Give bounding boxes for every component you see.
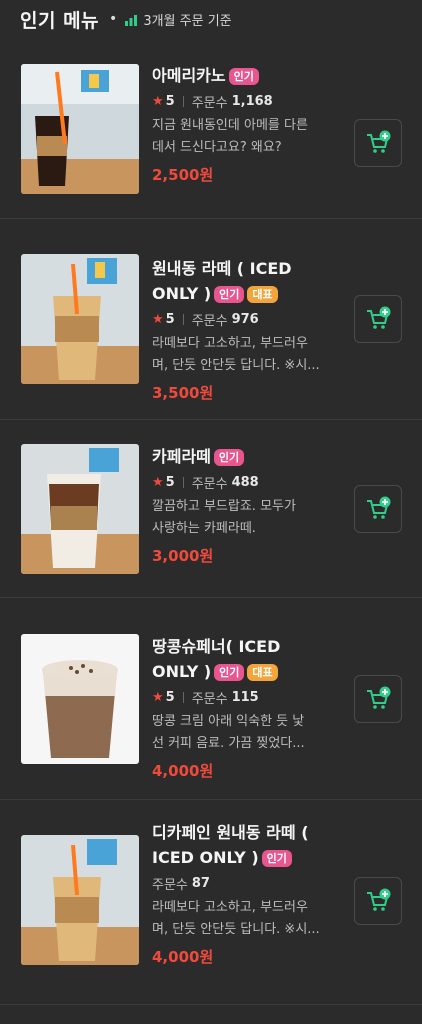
section-title: 인기 메뉴 <box>20 9 100 32</box>
item-name[interactable]: 원내동 라떼 ( ICED ONLY ) 인기 대표 <box>152 256 342 306</box>
item-description: 땅콩 크림 아래 익숙한 듯 낯선 커피 음료. 가끔 찢었다... <box>152 714 305 751</box>
item-meta: ★ 5 주문수 488 <box>152 473 342 492</box>
item-rating: 5 <box>165 94 175 109</box>
meta-divider <box>182 692 184 703</box>
add-to-cart-button[interactable] <box>354 675 402 723</box>
star-icon: ★ <box>152 94 164 109</box>
item-rating: 5 <box>165 690 175 705</box>
item-meta: 주문수 87 <box>152 874 342 893</box>
orders-label: 주문수 <box>191 477 228 492</box>
add-cart-icon <box>367 306 391 329</box>
orders-count: 1,168 <box>231 94 273 109</box>
popular-menu-list: 아메리카노 인기 ★ 5 주문수 1,168 지금 원내동인데 아메를 다른 데서 … <box>0 38 422 1005</box>
item-price: 2,500원 <box>152 166 214 184</box>
orders-label: 주문수 <box>152 878 188 893</box>
star-icon: ★ <box>152 690 164 705</box>
menu-item[interactable]: 원내동 라떼 ( ICED ONLY ) 인기 대표 ★ 5 주문수 976 라떼보다… <box>0 219 422 420</box>
orders-label: 주문수 <box>191 314 228 329</box>
item-name[interactable]: 카페라떼 인기 <box>152 444 342 469</box>
item-meta: ★ 5 주문수 976 <box>152 310 342 329</box>
menu-item[interactable]: 땅콩슈페너( ICED ONLY ) 인기 대표 ★ 5 주문수 115 땅콩 크림 … <box>0 598 422 800</box>
orders-count: 488 <box>231 475 259 490</box>
badge-popular: 인기 <box>213 449 245 466</box>
item-name[interactable]: 아메리카노 인기 <box>152 63 342 88</box>
item-photo[interactable] <box>21 64 139 194</box>
meta-divider <box>182 477 184 488</box>
item-rating: 5 <box>165 475 175 490</box>
section-subtitle: 3개월 주문 기준 <box>143 13 232 29</box>
badge-popular: 인기 <box>228 68 259 85</box>
item-description: 라떼보다 고소하고, 부드러우 며, 단듯 안단듯 답니다. ※시... <box>152 900 320 937</box>
add-cart-icon <box>367 686 391 709</box>
star-icon: ★ <box>152 312 164 327</box>
add-to-cart-button[interactable] <box>354 485 402 533</box>
star-icon: ★ <box>152 475 164 490</box>
badge-popular: 인기 <box>214 664 245 681</box>
orders-count: 976 <box>231 312 259 327</box>
separator-dot: • <box>109 11 118 27</box>
orders-count: 87 <box>191 876 210 891</box>
add-cart-icon <box>367 888 391 911</box>
item-meta: ★ 5 주문수 115 <box>152 688 342 707</box>
item-name[interactable]: 땅콩슈페너( ICED ONLY ) 인기 대표 <box>152 634 342 684</box>
item-price: 3,500원 <box>152 384 214 402</box>
item-description: 라떼보다 고소하고, 부드러우 며, 단듯 안단듯 답니다. ※시... <box>152 336 320 373</box>
item-price: 4,000원 <box>152 762 214 780</box>
badge-popular: 인기 <box>261 850 292 867</box>
badge-popular: 인기 <box>214 286 245 303</box>
item-price: 3,000원 <box>152 547 214 565</box>
menu-item[interactable]: 디카페인 원내동 라떼 (ICED ONLY ) 인기 주문수 87 라떼보다 고… <box>0 800 422 1005</box>
item-meta: ★ 5 주문수 1,168 <box>152 92 342 111</box>
menu-item[interactable]: 카페라떼 인기 ★ 5 주문수 488 깔끔하고 부드랍죠. 모두가 사랑하는 카페… <box>0 420 422 598</box>
section-header: 인기 메뉴 • 3개월 주문 기준 <box>0 0 422 38</box>
item-photo[interactable] <box>21 444 139 574</box>
meta-divider <box>182 96 184 107</box>
add-cart-icon <box>367 496 391 519</box>
item-name[interactable]: 디카페인 원내동 라떼 (ICED ONLY ) 인기 <box>152 820 342 870</box>
orders-count: 115 <box>231 690 259 705</box>
add-to-cart-button[interactable] <box>354 877 402 925</box>
item-photo[interactable] <box>21 835 139 965</box>
badge-signature: 대표 <box>247 286 278 303</box>
menu-item[interactable]: 아메리카노 인기 ★ 5 주문수 1,168 지금 원내동인데 아메를 다른 데서 … <box>0 38 422 219</box>
item-photo[interactable] <box>21 634 139 764</box>
meta-divider <box>182 314 184 325</box>
add-to-cart-button[interactable] <box>354 119 402 167</box>
item-description: 깔끔하고 부드랍죠. 모두가 사랑하는 카페라떼. <box>152 499 296 536</box>
item-photo[interactable] <box>21 254 139 384</box>
badge-signature: 대표 <box>247 664 278 681</box>
add-to-cart-button[interactable] <box>354 295 402 343</box>
orders-label: 주문수 <box>191 96 228 111</box>
bar-chart-icon <box>124 12 138 26</box>
item-price: 4,000원 <box>152 948 214 966</box>
item-rating: 5 <box>165 312 175 327</box>
add-cart-icon <box>367 130 391 153</box>
orders-label: 주문수 <box>191 692 228 707</box>
item-description: 지금 원내동인데 아메를 다른 데서 드신다고요? 왜요? <box>152 118 308 155</box>
